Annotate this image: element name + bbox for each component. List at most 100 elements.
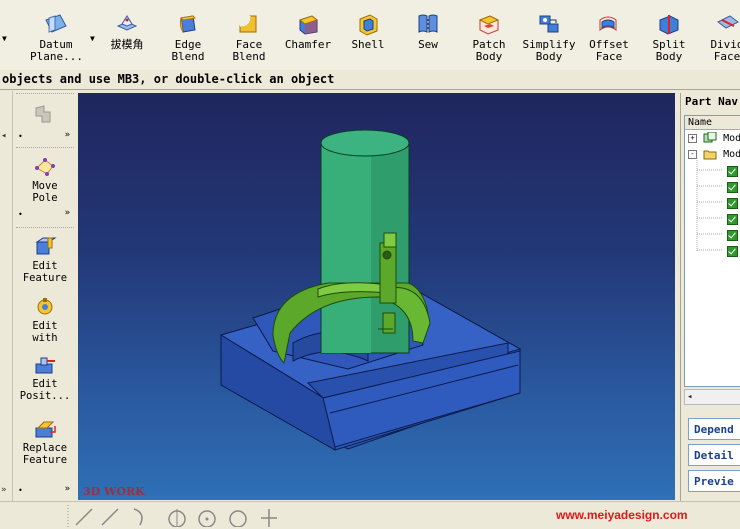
- chamfer-label: Chamfer: [284, 38, 332, 51]
- edit-feature-button[interactable]: Edit Feature: [16, 236, 74, 284]
- datum-plane-dropdown[interactable]: ▼: [90, 34, 95, 43]
- scroll-down-icon[interactable]: »: [1, 485, 6, 495]
- collapse-left-icon[interactable]: ◂: [1, 131, 6, 141]
- status-prompt: objects and use MB3, or double-click an …: [2, 72, 335, 86]
- viewport-watermark: 3D WORK: [83, 485, 145, 498]
- split-body-icon: [659, 15, 679, 35]
- edit-position-button[interactable]: Edit Posit...: [16, 354, 74, 402]
- expand-icon[interactable]: +: [688, 133, 697, 143]
- datum-plane-icon: [45, 14, 67, 33]
- move-pole-button[interactable]: Move Pole: [16, 156, 74, 204]
- left-grip-bar[interactable]: ◂ »: [0, 91, 13, 501]
- dependencies-panel-button[interactable]: Depend: [688, 418, 740, 440]
- palette-expand-icon[interactable]: »: [65, 208, 70, 218]
- name-column-header[interactable]: Name: [685, 116, 740, 130]
- offset-face-button[interactable]: Offset Face: [584, 8, 634, 68]
- site-watermark: www.meiyadesign.com: [556, 508, 688, 522]
- move-pole-label: Move Pole: [32, 180, 58, 204]
- face-blend-label: Face Blend: [232, 38, 266, 63]
- graphics-window[interactable]: 3D WORK: [78, 93, 675, 500]
- edit-with-icon: [37, 298, 53, 315]
- edit-feature-icon: [35, 237, 57, 255]
- edit-position-icon: [35, 357, 55, 374]
- move-pole-icon: [35, 158, 55, 176]
- edge-blend-label: Edge Blend: [171, 38, 205, 63]
- edit-palette: • » Move Pole • » Edit Feature Edit with…: [14, 91, 76, 501]
- tree-label: Mod: [723, 133, 740, 144]
- feature-checkbox-3[interactable]: [727, 198, 738, 209]
- details-label: Detail: [694, 449, 734, 462]
- details-panel-button[interactable]: Detail: [688, 444, 740, 466]
- offset-face-icon: [599, 16, 617, 31]
- palette-expand-icon[interactable]: »: [65, 484, 70, 494]
- sew-icon: [418, 14, 438, 33]
- datum-plane-button[interactable]: Datum Plane...: [30, 8, 83, 68]
- part-navigator: Part Nav Name + Mod - Mod ◂ Depend Detai…: [680, 93, 740, 503]
- draft-label: 拔模角: [110, 38, 144, 51]
- draft-button[interactable]: 拔模角: [104, 8, 150, 68]
- draft-icon: [116, 15, 138, 31]
- shell-button[interactable]: Shell: [346, 8, 390, 68]
- dependencies-label: Depend: [694, 423, 734, 436]
- offset-face-label: Offset Face: [589, 38, 629, 63]
- replace-feature-label: Replace Feature: [22, 442, 68, 466]
- shell-label: Shell: [351, 38, 385, 51]
- split-body-label: Split Body: [652, 38, 686, 63]
- feature-checkbox-2[interactable]: [727, 182, 738, 193]
- chamfer-icon: [298, 15, 319, 35]
- feature-checkbox-6[interactable]: [727, 246, 738, 257]
- bottom-snap-toolbar: www.meiyadesign.com: [0, 501, 740, 529]
- toolbar-overflow-arrow[interactable]: ▼: [2, 34, 7, 43]
- tree-label: Mod: [723, 149, 740, 160]
- divide-face-label: Divid Face: [710, 38, 740, 63]
- simplify-body-button[interactable]: Simplify Body: [521, 8, 577, 68]
- fork-part-model[interactable]: [78, 93, 675, 500]
- sew-label: Sew: [418, 38, 438, 51]
- disabled-tool-icon: [35, 105, 51, 123]
- feature-checkbox-5[interactable]: [727, 230, 738, 241]
- palette-group-3: Edit Feature Edit with Edit Posit... Rep…: [16, 227, 74, 500]
- toolbar: ▼ Datum Plane... ▼ 拔模角 Edge Blend Face B…: [0, 0, 740, 71]
- divide-face-button[interactable]: Divid Face: [704, 8, 740, 68]
- preview-label: Previe: [694, 475, 734, 488]
- patch-body-icon: [478, 15, 500, 35]
- face-blend-icon: [239, 15, 257, 33]
- part-navigator-title: Part Nav: [685, 95, 738, 108]
- edit-with-button[interactable]: Edit with: [16, 296, 74, 344]
- palette-expand-icon[interactable]: »: [65, 130, 70, 140]
- edge-blend-icon: [179, 15, 197, 33]
- edit-position-label: Edit Posit...: [19, 378, 71, 402]
- status-bar: objects and use MB3, or double-click an …: [0, 70, 740, 90]
- edit-with-label: Edit with: [32, 320, 58, 344]
- datum-plane-label: Datum Plane...: [30, 38, 83, 63]
- face-blend-button[interactable]: Face Blend: [225, 8, 273, 68]
- snap-point-tools[interactable]: [62, 505, 292, 527]
- split-body-button[interactable]: Split Body: [646, 8, 692, 68]
- edge-blend-button[interactable]: Edge Blend: [164, 8, 212, 68]
- edit-feature-label: Edit Feature: [22, 260, 68, 284]
- sew-button[interactable]: Sew: [406, 8, 450, 68]
- palette-group-1: • »: [16, 93, 74, 144]
- patch-body-button[interactable]: Patch Body: [466, 8, 512, 68]
- scroll-left-icon[interactable]: ◂: [687, 390, 692, 404]
- palette-dot: •: [18, 210, 23, 219]
- palette-group-2: Move Pole • »: [16, 147, 74, 222]
- palette-dot: •: [18, 132, 23, 141]
- tree-row-model-history[interactable]: + Mod: [688, 131, 740, 146]
- shell-icon: [359, 14, 378, 36]
- tree-horizontal-scrollbar[interactable]: ◂: [684, 389, 740, 405]
- chamfer-button[interactable]: Chamfer: [284, 8, 332, 68]
- feature-checkbox-1[interactable]: [727, 166, 738, 177]
- divide-face-icon: [717, 15, 739, 29]
- tree-lines: [696, 158, 723, 252]
- palette-dot: •: [18, 486, 23, 495]
- model-views-icon: [703, 131, 717, 143]
- part-navigator-tree[interactable]: Name + Mod - Mod: [684, 115, 740, 387]
- simplify-body-label: Simplify Body: [522, 38, 576, 63]
- replace-feature-button[interactable]: Replace Feature: [16, 418, 74, 466]
- feature-checkbox-4[interactable]: [727, 214, 738, 225]
- preview-panel-button[interactable]: Previe: [688, 470, 740, 492]
- replace-feature-icon: [35, 421, 56, 438]
- patch-body-label: Patch Body: [472, 38, 506, 63]
- simplify-body-icon: [539, 15, 559, 33]
